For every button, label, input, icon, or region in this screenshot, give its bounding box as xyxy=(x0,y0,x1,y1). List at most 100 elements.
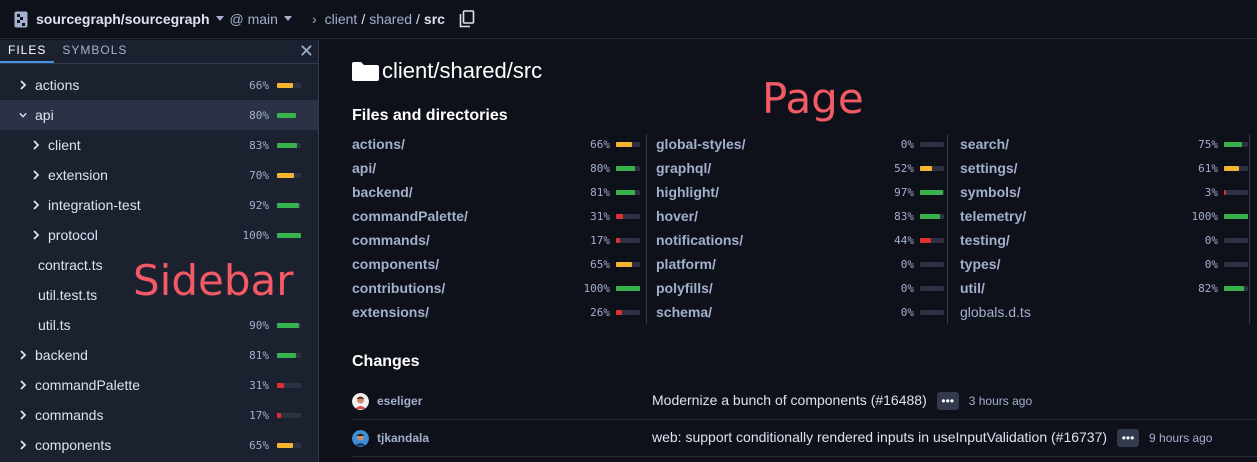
page-title-text: client/shared/src xyxy=(382,58,543,83)
chevron-right-icon[interactable] xyxy=(19,350,27,360)
repo-dropdown-icon[interactable] xyxy=(215,15,224,21)
tree-item-label: api xyxy=(35,107,54,123)
file-entry-link[interactable]: testing/ xyxy=(960,232,1205,248)
path-segment-shared[interactable]: shared xyxy=(369,11,412,27)
file-entry[interactable]: backend/81% xyxy=(352,180,640,204)
file-entry[interactable]: api/80% xyxy=(352,156,640,180)
file-entry-link[interactable]: search/ xyxy=(960,136,1198,152)
chevron-right-icon[interactable] xyxy=(19,380,27,390)
repo-link[interactable]: sourcegraph/sourcegraph xyxy=(36,11,210,27)
file-entry-link[interactable]: api/ xyxy=(352,160,590,176)
tree-folder-item[interactable]: client 83% xyxy=(0,130,318,160)
file-entry[interactable]: testing/0% xyxy=(960,228,1248,252)
coverage-percent: 66% xyxy=(590,137,610,151)
chevron-right-icon[interactable] xyxy=(32,170,40,180)
file-entry[interactable]: contributions/100% xyxy=(352,276,640,300)
file-entry-link[interactable]: components/ xyxy=(352,256,590,272)
file-entry[interactable]: search/75% xyxy=(960,132,1248,156)
file-entry[interactable]: notifications/44% xyxy=(656,228,944,252)
revision-dropdown-icon[interactable] xyxy=(283,15,292,21)
coverage-bar-fill xyxy=(616,261,632,267)
commit-message-link[interactable]: Modernize a bunch of components (#16488) xyxy=(652,392,927,408)
file-entry[interactable]: graphql/52% xyxy=(656,156,944,180)
commit-message-link[interactable]: web: support conditionally rendered inpu… xyxy=(652,429,1107,445)
file-entry-link[interactable]: extensions/ xyxy=(352,304,590,320)
file-entry-link[interactable]: commandPalette/ xyxy=(352,208,590,224)
coverage-bar xyxy=(616,237,640,243)
tree-folder-item[interactable]: commands 17% xyxy=(0,400,318,430)
file-entry-link[interactable]: symbols/ xyxy=(960,184,1205,200)
chevron-right-icon[interactable] xyxy=(19,80,27,90)
chevron-down-icon[interactable] xyxy=(19,111,27,119)
file-entry[interactable]: types/0% xyxy=(960,252,1248,276)
changes-section-title: Changes xyxy=(352,353,420,370)
tree-item-label: actions xyxy=(35,77,80,93)
file-entry-link[interactable]: polyfills/ xyxy=(656,280,901,296)
chevron-right-icon[interactable] xyxy=(32,230,40,240)
file-entry-link[interactable]: global-styles/ xyxy=(656,136,901,152)
file-entry[interactable]: platform/0% xyxy=(656,252,944,276)
file-entry[interactable]: symbols/3% xyxy=(960,180,1248,204)
coverage-bar-fill xyxy=(616,237,620,243)
revision-selector[interactable]: @ main xyxy=(230,11,278,27)
chevron-right-icon[interactable] xyxy=(19,440,27,450)
tree-folder-item[interactable]: commandPalette 31% xyxy=(0,370,318,400)
file-entry[interactable]: schema/0% xyxy=(656,300,944,324)
file-entry-link[interactable]: settings/ xyxy=(960,160,1198,176)
tree-folder-item[interactable]: integration-test 92% xyxy=(0,190,318,220)
file-entry-link[interactable]: types/ xyxy=(960,256,1205,272)
file-entry[interactable]: polyfills/0% xyxy=(656,276,944,300)
file-entry-link[interactable]: util/ xyxy=(960,280,1198,296)
coverage-bar xyxy=(920,309,944,315)
file-entry-link[interactable]: globals.d.ts xyxy=(960,304,1248,320)
chevron-right-icon[interactable] xyxy=(32,200,40,210)
chevron-right-icon[interactable] xyxy=(32,140,40,150)
tree-folder-item[interactable]: extension 70% xyxy=(0,160,318,190)
coverage-percent: 65% xyxy=(249,438,269,452)
close-icon[interactable]: ✕ xyxy=(299,42,314,60)
tree-file-item[interactable]: util.ts 90% xyxy=(0,310,318,340)
file-entry[interactable]: telemetry/100% xyxy=(960,204,1248,228)
file-entry[interactable]: commands/17% xyxy=(352,228,640,252)
tree-folder-item[interactable]: backend 81% xyxy=(0,340,318,370)
file-entry[interactable]: highlight/97% xyxy=(656,180,944,204)
file-entry-link[interactable]: notifications/ xyxy=(656,232,894,248)
file-entry[interactable]: extensions/26% xyxy=(352,300,640,324)
file-entry-link[interactable]: actions/ xyxy=(352,136,590,152)
file-entry-link[interactable]: highlight/ xyxy=(656,184,894,200)
file-entry-link[interactable]: schema/ xyxy=(656,304,901,320)
file-entry-link[interactable]: hover/ xyxy=(656,208,894,224)
tree-folder-item[interactable]: actions 66% xyxy=(0,70,318,100)
file-entry[interactable]: util/82% xyxy=(960,276,1248,300)
file-entry[interactable]: actions/66% xyxy=(352,132,640,156)
tab-files[interactable]: FILES xyxy=(0,43,55,63)
file-entry-link[interactable]: platform/ xyxy=(656,256,901,272)
file-entry[interactable]: settings/61% xyxy=(960,156,1248,180)
coverage-bar xyxy=(616,213,640,219)
file-entry-link[interactable]: backend/ xyxy=(352,184,590,200)
coverage-bar-fill xyxy=(1224,285,1244,291)
tree-folder-item[interactable]: api 80% xyxy=(0,100,318,130)
copy-path-icon[interactable] xyxy=(459,10,475,28)
commit-author[interactable]: tjkandala xyxy=(377,431,429,445)
file-entry[interactable]: commandPalette/31% xyxy=(352,204,640,228)
chevron-right-icon[interactable] xyxy=(19,410,27,420)
file-entry[interactable]: global-styles/0% xyxy=(656,132,944,156)
change-row: eseliger Modernize a bunch of components… xyxy=(352,383,1257,420)
file-entry-link[interactable]: commands/ xyxy=(352,232,590,248)
file-entry-link[interactable]: telemetry/ xyxy=(960,208,1192,224)
tree-folder-item[interactable]: components 65% xyxy=(0,430,318,460)
path-segment-client[interactable]: client xyxy=(325,11,358,27)
commit-author[interactable]: eseliger xyxy=(377,394,422,408)
tab-symbols[interactable]: SYMBOLS xyxy=(54,43,135,63)
expand-commit-button[interactable]: ••• xyxy=(936,392,959,411)
file-entry[interactable]: components/65% xyxy=(352,252,640,276)
file-entry[interactable]: globals.d.ts xyxy=(960,300,1248,324)
file-entry-link[interactable]: graphql/ xyxy=(656,160,894,176)
coverage-percent: 70% xyxy=(249,168,269,182)
coverage-bar-fill xyxy=(277,232,301,238)
expand-commit-button[interactable]: ••• xyxy=(1117,429,1140,448)
tree-folder-item[interactable]: protocol 100% xyxy=(0,220,318,250)
file-entry-link[interactable]: contributions/ xyxy=(352,280,584,296)
file-entry[interactable]: hover/83% xyxy=(656,204,944,228)
